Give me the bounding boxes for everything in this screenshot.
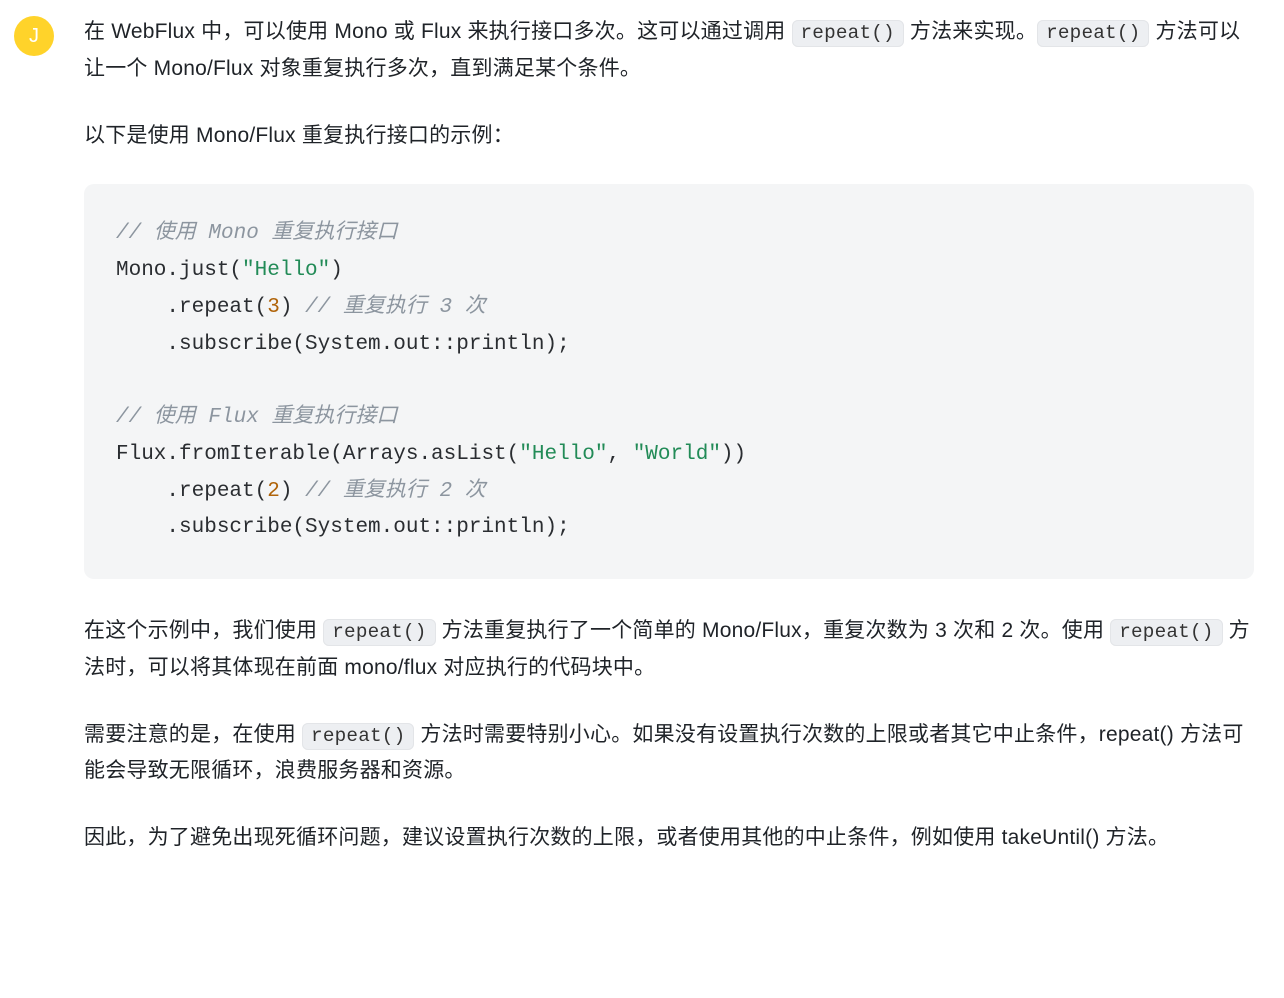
code-number: 3 xyxy=(267,296,280,319)
intro-text-a: 在 WebFlux 中，可以使用 Mono 或 Flux 来执行接口多次。这可以… xyxy=(84,20,792,43)
intro-paragraph: 在 WebFlux 中，可以使用 Mono 或 Flux 来执行接口多次。这可以… xyxy=(84,14,1254,88)
code-comment: // 使用 Mono 重复执行接口 xyxy=(116,222,397,245)
code-string: "Hello" xyxy=(519,443,607,466)
code-text: .subscribe(System.out::println); xyxy=(116,333,570,356)
example-lead-paragraph: 以下是使用 Mono/Flux 重复执行接口的示例： xyxy=(84,118,1254,155)
inline-code-repeat-5: repeat() xyxy=(302,723,414,750)
code-comment: // 重复执行 2 次 xyxy=(305,480,486,503)
code-number: 2 xyxy=(267,480,280,503)
code-text: ) xyxy=(280,480,305,503)
after-example-paragraph: 在这个示例中，我们使用 repeat() 方法重复执行了一个简单的 Mono/F… xyxy=(84,613,1254,687)
inline-code-repeat-3: repeat() xyxy=(323,619,435,646)
after1-text-b: 方法重复执行了一个简单的 Mono/Flux，重复次数为 3 次和 2 次。使用 xyxy=(436,619,1111,642)
conclusion-paragraph: 因此，为了避免出现死循环问题，建议设置执行次数的上限，或者使用其他的中止条件，例… xyxy=(84,820,1254,857)
code-comment: // 重复执行 3 次 xyxy=(305,296,486,319)
code-text: ) xyxy=(280,296,305,319)
code-text: )) xyxy=(721,443,746,466)
code-text: Mono.just( xyxy=(116,259,242,282)
code-block[interactable]: // 使用 Mono 重复执行接口 Mono.just("Hello") .re… xyxy=(84,184,1254,579)
message-row: J 在 WebFlux 中，可以使用 Mono 或 Flux 来执行接口多次。这… xyxy=(0,0,1284,907)
code-text: .subscribe(System.out::println); xyxy=(116,516,570,539)
warning-paragraph: 需要注意的是，在使用 repeat() 方法时需要特别小心。如果没有设置执行次数… xyxy=(84,717,1254,791)
code-text: ) xyxy=(330,259,343,282)
avatar: J xyxy=(14,16,54,56)
code-text: .repeat( xyxy=(116,296,267,319)
inline-code-repeat-2: repeat() xyxy=(1037,20,1149,47)
code-text: , xyxy=(607,443,632,466)
code-comment: // 使用 Flux 重复执行接口 xyxy=(116,406,397,429)
code-string: "World" xyxy=(633,443,721,466)
after1-text-a: 在这个示例中，我们使用 xyxy=(84,619,323,642)
avatar-letter: J xyxy=(29,19,39,54)
message-content: 在 WebFlux 中，可以使用 Mono 或 Flux 来执行接口多次。这可以… xyxy=(84,14,1254,857)
intro-text-b: 方法来实现。 xyxy=(904,20,1037,43)
code-text: Flux.fromIterable(Arrays.asList( xyxy=(116,443,519,466)
warn-text-a: 需要注意的是，在使用 xyxy=(84,723,302,746)
inline-code-repeat-4: repeat() xyxy=(1110,619,1222,646)
code-string: "Hello" xyxy=(242,259,330,282)
inline-code-repeat-1: repeat() xyxy=(792,20,904,47)
code-text: .repeat( xyxy=(116,480,267,503)
